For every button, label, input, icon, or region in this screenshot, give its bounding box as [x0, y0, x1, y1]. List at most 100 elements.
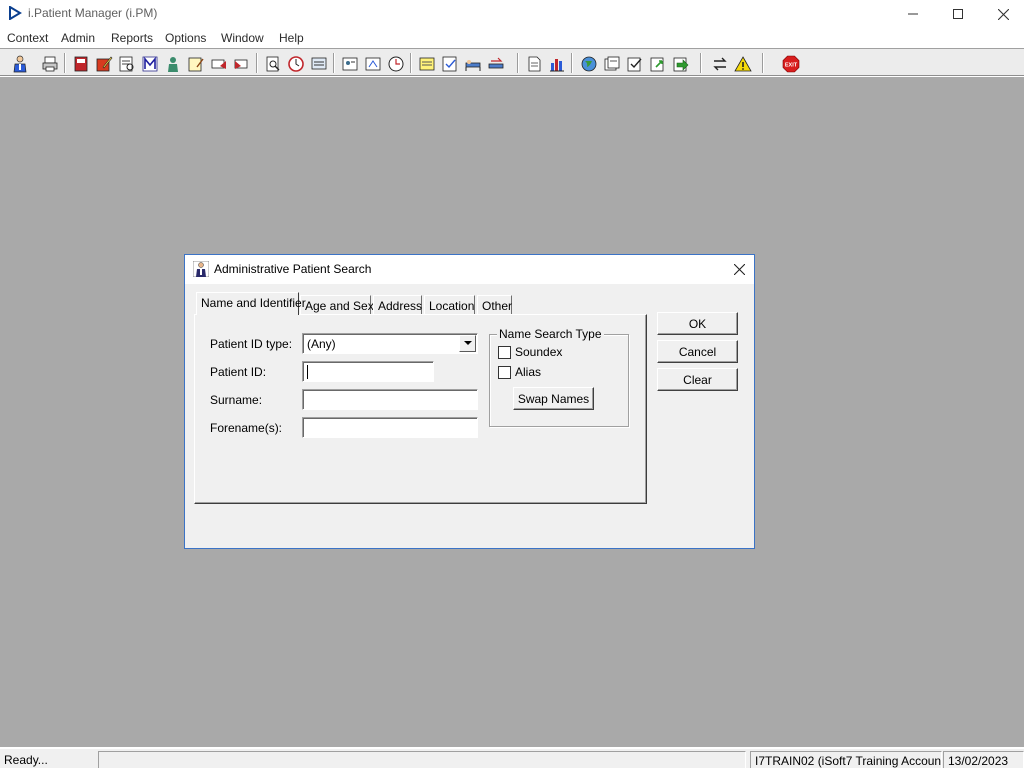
- clock-icon: [288, 56, 304, 72]
- status-bar: Ready... I7TRAIN02 (iSoft7 Training Acco…: [0, 748, 1024, 768]
- clock-card-icon: [388, 56, 404, 72]
- toolbar-button-transfer-bed[interactable]: [484, 52, 506, 74]
- globe-icon: [581, 56, 597, 72]
- ok-button[interactable]: OK: [657, 312, 738, 335]
- toolbar-button-clock[interactable]: [284, 52, 306, 74]
- letter-m-icon: [142, 56, 158, 72]
- toolbar-button-document-check[interactable]: [438, 52, 460, 74]
- status-panel-middle: [98, 751, 746, 768]
- toolbar-button-monitor[interactable]: [307, 52, 329, 74]
- menu-context[interactable]: Context: [7, 31, 48, 45]
- patient-id-type-select[interactable]: (Any): [302, 333, 478, 354]
- forms-green-icon: [673, 57, 689, 72]
- tab-address[interactable]: Address: [373, 295, 422, 315]
- tab-label: Other: [482, 299, 513, 313]
- toolbar-button-document-search[interactable]: [115, 52, 137, 74]
- toolbar-button-notes[interactable]: [184, 52, 206, 74]
- toolbar-button-patient-search[interactable]: [8, 52, 30, 74]
- edit-record-icon: [96, 56, 113, 72]
- toolbar-button-pointer[interactable]: [207, 52, 229, 74]
- forenames-input[interactable]: [302, 417, 478, 438]
- clear-button[interactable]: Clear: [657, 368, 738, 391]
- tab-label: Age and Sex: [305, 299, 374, 313]
- pointer-hand-alt-icon: [234, 59, 248, 69]
- toolbar-button-page[interactable]: [522, 52, 544, 74]
- close-icon: [734, 264, 745, 275]
- close-window-button[interactable]: [980, 0, 1024, 28]
- forms-icon: [604, 56, 620, 71]
- person-icon: [168, 57, 178, 72]
- menu-reports[interactable]: Reports: [111, 31, 153, 45]
- book-icon: [74, 56, 88, 72]
- menu-help[interactable]: Help: [279, 31, 304, 45]
- maximize-button[interactable]: [935, 0, 981, 28]
- toolbar-button-forms-check[interactable]: [623, 52, 645, 74]
- bed-icon: [465, 60, 481, 71]
- toolbar-button-doctor-card[interactable]: [338, 52, 360, 74]
- name-search-type-group: Name Search Type Soundex Alias Swap Name…: [489, 327, 629, 427]
- menu-bar: Context Admin Reports Options Window Hel…: [0, 29, 1024, 48]
- swap-names-button[interactable]: Swap Names: [513, 387, 594, 410]
- tab-location[interactable]: Location: [424, 295, 475, 315]
- toolbar-button-warning[interactable]: [731, 52, 753, 74]
- app-logo-icon: [9, 6, 22, 20]
- chevron-down-icon: [463, 341, 472, 345]
- note-card-icon: [365, 57, 381, 71]
- name-search-type-title: Name Search Type: [497, 327, 604, 341]
- toolbar-button-print[interactable]: [38, 52, 60, 74]
- toolbar-button-book[interactable]: [69, 52, 91, 74]
- toolbar-button-yellow-note[interactable]: [415, 52, 437, 74]
- toolbar-button-clipboard-search[interactable]: [261, 52, 283, 74]
- cancel-button[interactable]: Cancel: [657, 340, 738, 363]
- dialog-titlebar: Administrative Patient Search: [185, 255, 754, 284]
- tab-name-and-identifier[interactable]: Name and Identifier: [196, 292, 306, 315]
- toolbar-button-forms-arrow[interactable]: [646, 52, 668, 74]
- text-cursor: [307, 365, 308, 379]
- toolbar-button-clock-card[interactable]: [384, 52, 406, 74]
- dialog-close-button[interactable]: [725, 255, 754, 284]
- tab-age-and-sex[interactable]: Age and Sex: [300, 295, 374, 315]
- toolbar-button-m[interactable]: [138, 52, 160, 74]
- printer-icon: [42, 56, 58, 72]
- alias-checkbox[interactable]: [498, 366, 511, 379]
- toolbar-button-note-card[interactable]: [361, 52, 383, 74]
- page-icon: [528, 56, 541, 72]
- menu-window[interactable]: Window: [221, 31, 264, 45]
- surname-input[interactable]: [302, 389, 478, 410]
- toolbar-button-pointer-alt[interactable]: [230, 52, 252, 74]
- tab-other[interactable]: Other: [477, 295, 512, 315]
- toolbar-button-swap[interactable]: [708, 52, 730, 74]
- toolbar: EXIT: [0, 48, 1024, 76]
- menu-options[interactable]: Options: [165, 31, 206, 45]
- toolbar-button-bar-chart[interactable]: [545, 52, 567, 74]
- notes-icon: [188, 57, 204, 72]
- soundex-label[interactable]: Soundex: [515, 345, 562, 359]
- exit-icon: EXIT: [782, 55, 800, 73]
- alias-label[interactable]: Alias: [515, 365, 541, 379]
- toolbar-button-bed[interactable]: [461, 52, 483, 74]
- exit-icon-label: EXIT: [785, 63, 798, 69]
- close-icon: [997, 8, 1009, 20]
- toolbar-button-forms-green[interactable]: [669, 52, 691, 74]
- window-titlebar: i.Patient Manager (i.PM): [0, 0, 1024, 28]
- soundex-checkbox[interactable]: [498, 346, 511, 359]
- minimize-button[interactable]: [890, 0, 936, 28]
- toolbar-button-edit-record[interactable]: [92, 52, 114, 74]
- toolbar-button-globe[interactable]: [577, 52, 599, 74]
- clipboard-search-icon: [266, 56, 280, 72]
- patient-id-type-dropdown-button[interactable]: [459, 335, 476, 352]
- monitor-icon: [311, 57, 327, 70]
- patient-id-label: Patient ID:: [210, 365, 267, 379]
- toolbar-button-forms[interactable]: [600, 52, 622, 74]
- toolbar-separator: [762, 53, 764, 73]
- toolbar-separator: [700, 53, 702, 73]
- patient-id-type-label: Patient ID type:: [210, 337, 293, 351]
- toolbar-button-person[interactable]: [161, 52, 183, 74]
- toolbar-separator: [517, 53, 519, 73]
- patient-id-type-value: (Any): [307, 337, 336, 351]
- warning-icon: [734, 56, 752, 72]
- menu-admin[interactable]: Admin: [61, 31, 95, 45]
- surname-label: Surname:: [210, 393, 263, 407]
- patient-id-input[interactable]: [302, 361, 434, 382]
- exit-button[interactable]: EXIT: [779, 52, 801, 74]
